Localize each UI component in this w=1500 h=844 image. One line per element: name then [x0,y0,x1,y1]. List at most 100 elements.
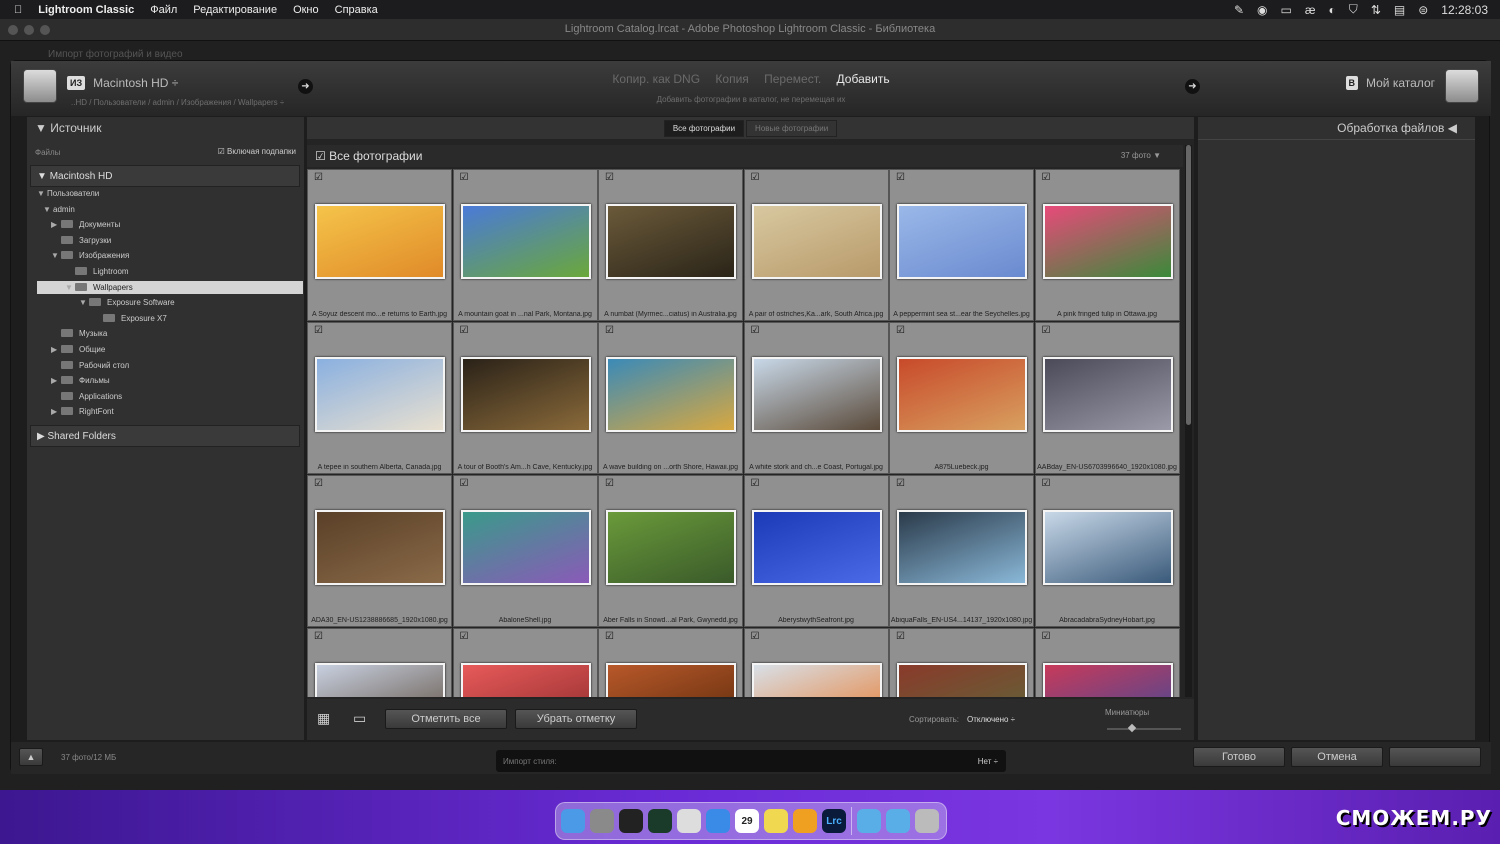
display-icon[interactable]: ◐ [1329,3,1336,17]
loupe-view-icon[interactable]: ▭ [353,710,366,727]
photo-checkbox[interactable]: ☑ [751,325,760,336]
photo-thumbnail[interactable] [1042,663,1173,697]
photo-checkbox[interactable]: ☑ [314,478,323,489]
grid-scrollbar[interactable] [1185,145,1192,697]
photo-thumbnail[interactable] [460,357,591,432]
photo-thumbnail[interactable] [897,663,1027,697]
photo-thumbnail[interactable] [1042,357,1173,432]
photo-cell[interactable]: ☑ A white stork and ch...e Coast, Portuga… [743,322,889,474]
photo-checkbox[interactable]: ☑ [896,631,905,642]
photo-checkbox[interactable]: ☑ [605,631,614,642]
destination-name[interactable]: Мой каталог [1366,76,1435,90]
disclosure-triangle-icon[interactable]: ▼ [79,298,89,307]
import-button[interactable] [1389,747,1481,767]
photo-cell[interactable]: ☑ ADA30_EN-US1238886685_1920x1080.jpg [307,475,452,627]
photo-thumbnail[interactable] [1042,204,1173,279]
photo-checkbox[interactable]: ☑ [1042,631,1051,642]
check-all-button[interactable]: Отметить все [385,709,507,729]
photo-checkbox[interactable]: ☑ [1042,478,1051,489]
photo-checkbox[interactable]: ☑ [605,172,614,183]
photo-cell[interactable]: ☑ AABday_EN-US6703996640_1920x1080.jpg [1034,322,1180,474]
photo-cell[interactable]: ☑ [452,628,598,697]
pin-icon[interactable]: ✎ [1234,3,1244,17]
photo-thumbnail[interactable] [606,357,736,432]
destination-disk-icon[interactable] [1445,69,1479,103]
disclosure-triangle-icon[interactable]: ▼ [51,251,61,260]
tree-item[interactable]: Загрузки [51,235,111,245]
tree-item[interactable]: Lightroom [65,267,129,276]
select-all-checkbox[interactable]: ☑ [315,149,329,163]
tab-new-photos[interactable]: Новые фотографии [746,119,838,137]
photo-cell[interactable]: ☑ [598,628,743,697]
photo-thumbnail[interactable] [315,510,445,585]
photo-cell[interactable]: ☑ [743,628,889,697]
tree-item[interactable]: ▼ Wallpapers [65,282,133,292]
photo-thumbnail[interactable] [751,663,882,697]
photo-cell[interactable]: ☑ AberystwythSeafront.jpg [743,475,889,627]
photo-cell[interactable]: ☑ [307,628,452,697]
sort-select[interactable]: Отключено ÷ [967,715,1015,724]
menu-window[interactable]: Окно [285,4,327,16]
keyboard-icon[interactable]: æ [1305,3,1316,17]
photo-cell[interactable]: ☑ A peppermint sea st...ear the Seychelle… [889,169,1034,321]
notes-icon[interactable] [764,809,788,833]
photo-thumbnail[interactable] [751,204,882,279]
photo-cell[interactable]: ☑ A875Luebeck.jpg [889,322,1034,474]
photo-checkbox[interactable]: ☑ [460,478,469,489]
slider-handle[interactable] [1127,723,1137,733]
terminal-icon[interactable] [619,809,643,833]
shared-folders[interactable]: ▶ Shared Folders [30,425,300,447]
photo-cell[interactable]: ☑ AbracadabraSydneyHobart.jpg [1034,475,1180,627]
photo-cell[interactable]: ☑ A tour of Booth's Am...h Cave, Kentucky… [452,322,598,474]
menu-file[interactable]: Файл [142,4,185,16]
settings-icon[interactable] [590,809,614,833]
activity-monitor-icon[interactable] [648,809,672,833]
photo-checkbox[interactable]: ☑ [751,172,760,183]
font-app-icon[interactable] [793,809,817,833]
disclosure-triangle-icon[interactable]: ▶ [51,407,61,416]
photo-checkbox[interactable]: ☑ [751,478,760,489]
shield-icon[interactable]: ⛉ [1349,2,1358,17]
disclosure-triangle-icon[interactable]: ▶ [51,376,61,385]
safari-icon[interactable] [706,809,730,833]
done-button[interactable]: Готово [1193,747,1285,767]
tree-item[interactable]: Applications [51,391,122,401]
tree-item[interactable]: ▶ Документы [51,220,120,229]
photo-thumbnail[interactable] [315,663,445,697]
photo-thumbnail[interactable] [1042,510,1173,585]
control-center-icon[interactable]: ⊜ [1418,3,1428,17]
tree-item[interactable]: ▼ Пользователи [37,189,99,198]
photo-cell[interactable]: ☑ A wave building on ...orth Shore, Hawai… [598,322,743,474]
disclosure-triangle-icon[interactable]: ▼ [43,205,53,214]
apps-folder-icon[interactable] [886,809,910,833]
mode-copy[interactable]: Копия [715,72,748,86]
photo-checkbox[interactable]: ☑ [896,325,905,336]
photo-thumbnail[interactable] [751,357,882,432]
tree-item[interactable]: ▼ Exposure Software [79,298,175,307]
photo-cell[interactable]: ☑ AbaloneShell.jpg [452,475,598,627]
photo-thumbnail[interactable] [606,663,736,697]
include-subfolders-checkbox[interactable]: ☑ Включая подпапки [218,147,296,156]
disclosure-triangle-icon[interactable]: ▼ [65,283,75,292]
flag-icon[interactable]: ▤ [1394,3,1405,17]
tree-item[interactable]: Музыка [51,329,107,338]
photo-checkbox[interactable]: ☑ [896,172,905,183]
photo-thumbnail[interactable] [315,357,445,432]
mode-copy-dng[interactable]: Копир. как DNG [612,72,700,86]
photo-cell[interactable]: ☑ A mountain goat in ...nal Park, Montana… [452,169,598,321]
tree-item[interactable]: ▼ Изображения [51,251,129,260]
menu-help[interactable]: Справка [327,4,386,16]
photo-checkbox[interactable]: ☑ [460,325,469,336]
tree-item[interactable]: Exposure X7 [93,313,167,323]
trash-icon[interactable] [915,809,939,833]
tree-item[interactable]: ▼ admin [43,205,75,214]
lightroom-classic-icon[interactable]: Lrc [822,809,846,833]
photo-checkbox[interactable]: ☑ [460,172,469,183]
thumbnail-size-slider[interactable] [1107,723,1181,733]
photo-cell[interactable]: ☑ Aber Falls in Snowd...al Park, Gwynedd.… [598,475,743,627]
mode-add[interactable]: Добавить [837,72,890,86]
disclosure-triangle-icon[interactable]: ▶ [51,345,61,354]
sliders-icon[interactable]: ⇅ [1371,3,1381,17]
tree-item[interactable]: ▶ RightFont [51,407,114,416]
photo-checkbox[interactable]: ☑ [314,172,323,183]
